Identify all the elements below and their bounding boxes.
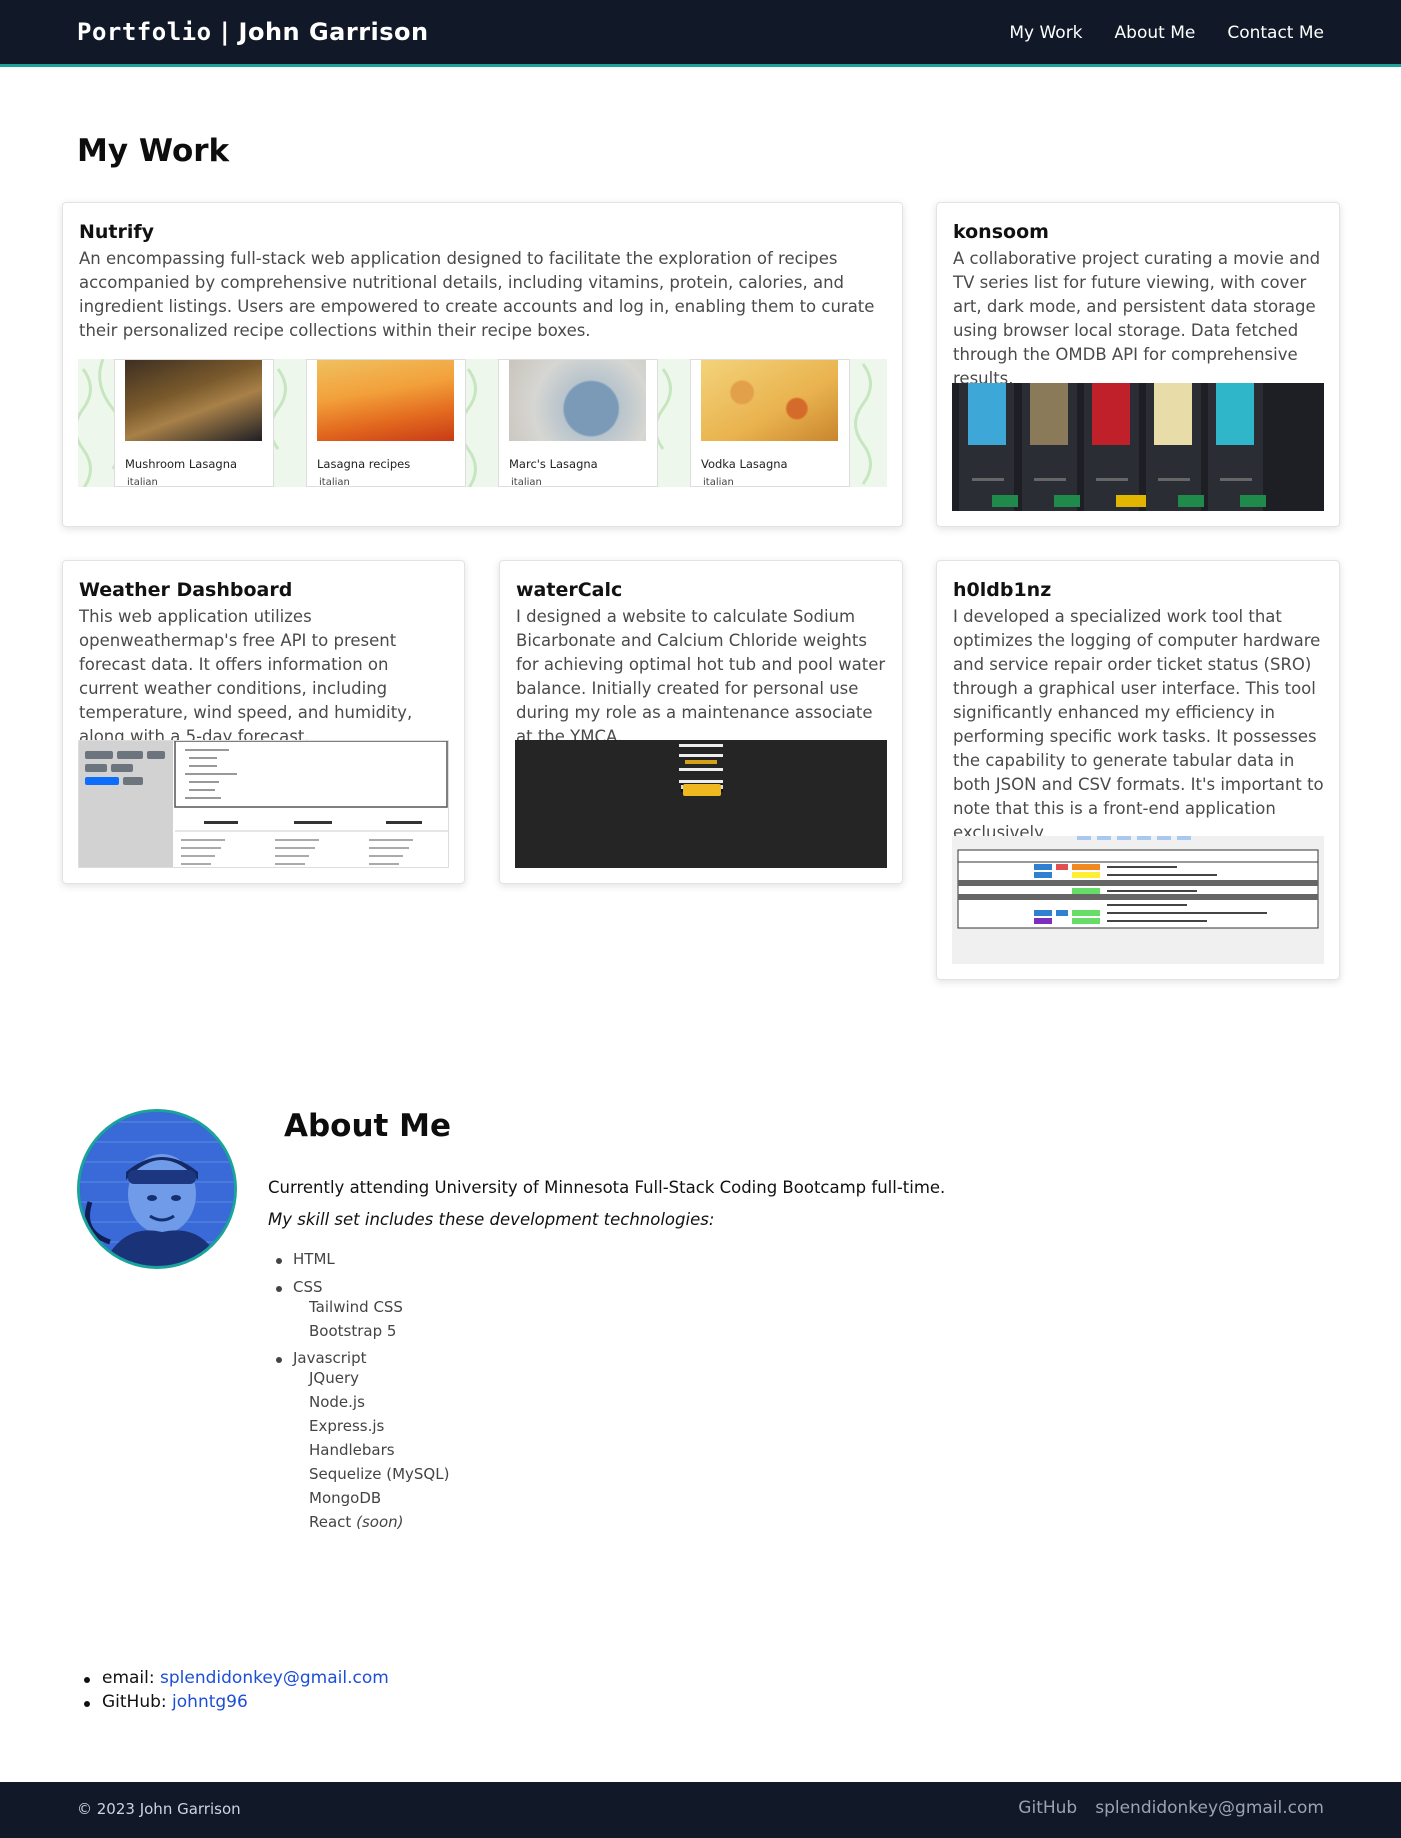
- footer-links: GitHub splendidonkey@gmail.com: [1018, 1798, 1324, 1818]
- top-navbar: Portfolio | John Garrison My Work About …: [0, 0, 1401, 67]
- skill-nodejs: Node.js: [309, 1393, 365, 1411]
- watercalc-preview: [679, 744, 723, 796]
- email-link[interactable]: splendidonkey@gmail.com: [160, 1668, 389, 1688]
- project-title: konsoom: [953, 221, 1049, 243]
- recipe-name: Mushroom Lasagna: [125, 457, 238, 471]
- recipe-name: Lasagna recipes: [317, 457, 411, 471]
- portrait-image: [80, 1112, 234, 1266]
- skill-react-label: React: [309, 1513, 352, 1531]
- bullet: [84, 1701, 90, 1707]
- recipe-card[interactable]: Vodka Lasagna italian: [690, 359, 850, 487]
- h0ldb1nz-screenshot[interactable]: [952, 836, 1324, 964]
- bullet: [84, 1677, 90, 1683]
- skill-tailwind: Tailwind CSS: [309, 1298, 403, 1316]
- recipe-card[interactable]: Lasagna recipes italian: [306, 359, 466, 487]
- bullet: [276, 1258, 282, 1264]
- recipe-cuisine: italian: [127, 477, 158, 487]
- project-description: This web application utilizes openweathe…: [79, 607, 413, 746]
- about-intro: Currently attending University of Minnes…: [268, 1178, 946, 1197]
- skills-intro: My skill set includes these development …: [268, 1210, 715, 1229]
- nutrify-screenshot[interactable]: Mushroom Lasagna italian Lasagna recipes…: [78, 359, 887, 487]
- recipe-cuisine: italian: [319, 477, 350, 487]
- recipe-cuisine: italian: [703, 477, 734, 487]
- skill-react-note: (soon): [356, 1513, 404, 1531]
- recipe-photo: [509, 360, 646, 441]
- brand-portfolio: Portfolio: [77, 18, 212, 46]
- contact-list: email: splendidonkey@gmail.com GitHub: j…: [82, 1668, 389, 1716]
- recipe-cuisine: italian: [511, 477, 542, 487]
- contact-github-item: GitHub: johntg96: [82, 1692, 389, 1716]
- nav-my-work[interactable]: My Work: [1009, 23, 1082, 43]
- brand-separator: |: [211, 18, 239, 46]
- email-label: email:: [102, 1668, 161, 1688]
- project-title: waterCalc: [516, 579, 623, 601]
- project-card-h0ldb1nz[interactable]: h0ldb1nz I developed a specialized work …: [936, 560, 1340, 980]
- movie-grid-preview: [959, 383, 1266, 511]
- project-title: Nutrify: [79, 221, 155, 243]
- project-title: h0ldb1nz: [953, 579, 1052, 601]
- brand-name: John Garrison: [238, 18, 429, 46]
- skill-sequelize: Sequelize (MySQL): [309, 1465, 450, 1483]
- konsoom-screenshot[interactable]: [952, 383, 1324, 511]
- weather-screenshot[interactable]: [78, 740, 449, 868]
- skill-css: CSS: [293, 1278, 323, 1296]
- weather-preview: [79, 741, 448, 867]
- footer-github-link[interactable]: GitHub: [1018, 1798, 1077, 1818]
- project-card-konsoom[interactable]: konsoom A collaborative project curating…: [936, 202, 1340, 527]
- contact-email-item: email: splendidonkey@gmail.com: [82, 1668, 389, 1692]
- copyright-text: © 2023 John Garrison: [77, 1800, 241, 1818]
- skill-react: React (soon): [309, 1513, 403, 1531]
- skill-bootstrap: Bootstrap 5: [309, 1322, 397, 1340]
- avatar: [77, 1109, 237, 1269]
- skill-jquery: JQuery: [309, 1369, 360, 1387]
- project-title: Weather Dashboard: [79, 579, 293, 601]
- nav-about-me[interactable]: About Me: [1115, 23, 1196, 43]
- recipe-photo: [125, 360, 262, 441]
- project-card-nutrify[interactable]: Nutrify An encompassing full-stack web a…: [62, 202, 903, 527]
- project-description: An encompassing full-stack web applicati…: [79, 249, 875, 340]
- recipe-photo: [317, 360, 454, 441]
- github-link[interactable]: johntg96: [172, 1692, 248, 1712]
- my-work-heading: My Work: [77, 133, 230, 169]
- site-brand[interactable]: Portfolio | John Garrison: [77, 18, 429, 46]
- recipe-card[interactable]: Marc's Lasagna italian: [498, 359, 658, 487]
- recipe-photo: [701, 360, 838, 441]
- bullet: [276, 1286, 282, 1292]
- nav-contact-me[interactable]: Contact Me: [1227, 23, 1324, 43]
- skill-expressjs: Express.js: [309, 1417, 385, 1435]
- footer-email-link[interactable]: splendidonkey@gmail.com: [1095, 1798, 1324, 1818]
- skill-mongodb: MongoDB: [309, 1489, 382, 1507]
- project-card-watercalc[interactable]: waterCalc I designed a website to calcul…: [499, 560, 903, 884]
- skill-handlebars: Handlebars: [309, 1441, 395, 1459]
- project-card-weather-dashboard[interactable]: Weather Dashboard This web application u…: [62, 560, 465, 884]
- skill-javascript: Javascript: [293, 1349, 367, 1367]
- project-description: I developed a specialized work tool that…: [953, 607, 1324, 842]
- ticket-table-preview: [957, 836, 1319, 929]
- about-me-heading: About Me: [284, 1108, 452, 1144]
- project-description: A collaborative project curating a movie…: [953, 249, 1321, 388]
- recipe-card[interactable]: Mushroom Lasagna italian: [114, 359, 274, 487]
- footer: © 2023 John Garrison GitHub splendidonke…: [0, 1782, 1401, 1838]
- skill-html: HTML: [293, 1250, 335, 1268]
- project-description: I designed a website to calculate Sodium…: [516, 607, 886, 746]
- recipe-name: Marc's Lasagna: [509, 457, 598, 471]
- github-label: GitHub:: [102, 1692, 173, 1712]
- bullet: [276, 1357, 282, 1363]
- watercalc-screenshot[interactable]: [515, 740, 887, 868]
- recipe-name: Vodka Lasagna: [701, 457, 788, 471]
- nav-links: My Work About Me Contact Me: [1009, 23, 1324, 43]
